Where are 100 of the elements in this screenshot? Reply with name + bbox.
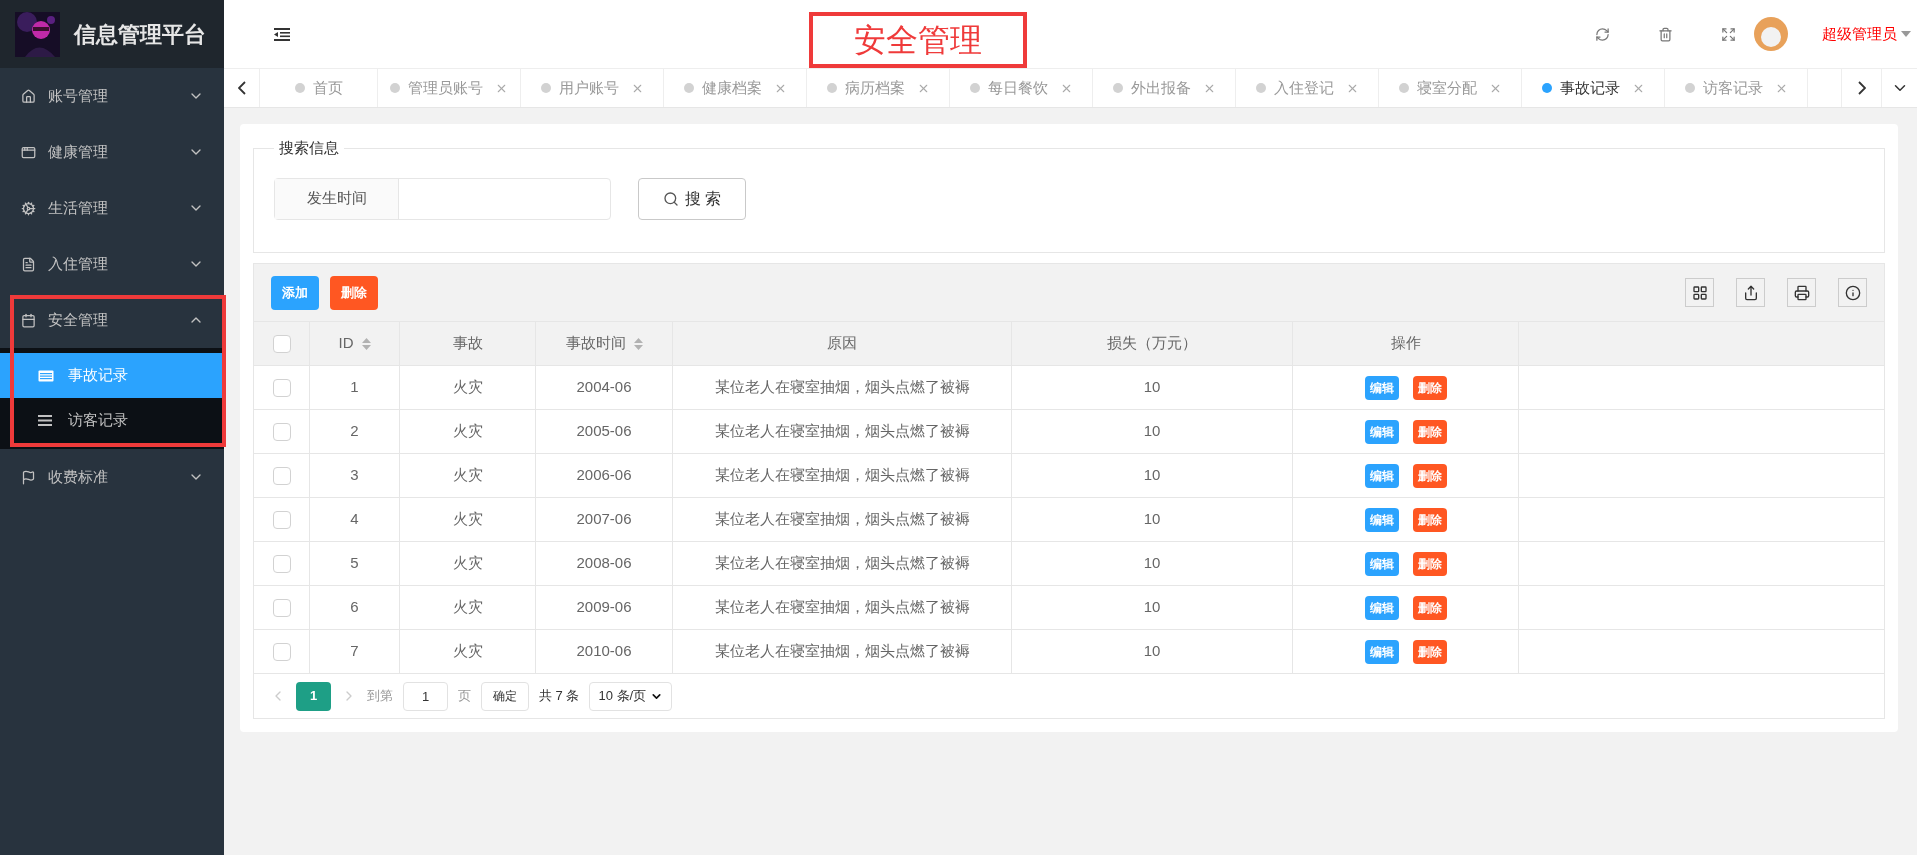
table-cell-text: 2007-06 — [576, 509, 632, 530]
confirm-button[interactable]: 确定 — [481, 681, 529, 711]
refresh-icon[interactable] — [1595, 26, 1610, 42]
table-cell-text: 10 — [1143, 553, 1161, 574]
tab[interactable]: 事故记录 — [1522, 69, 1665, 107]
tab[interactable]: 管理员账号 — [378, 69, 521, 107]
tab[interactable]: 访客记录 — [1665, 69, 1808, 107]
brand-title: 信息管理平台 — [74, 20, 206, 49]
edit-button[interactable]: 编辑 — [1364, 419, 1399, 444]
avatar[interactable] — [1754, 17, 1788, 51]
delete-button[interactable]: 删除 — [1412, 507, 1447, 532]
table-cell-text: 4 — [350, 509, 359, 530]
row-checkbox[interactable] — [272, 510, 291, 529]
delete-button[interactable]: 删除 — [1412, 551, 1447, 576]
table-cell-text: 2009-06 — [576, 597, 632, 618]
collapse-menu-icon[interactable] — [274, 27, 290, 41]
search-icon — [662, 190, 679, 207]
table-cell-text: 火灾 — [452, 509, 483, 530]
print-icon[interactable] — [1787, 278, 1816, 307]
page-input[interactable]: 1 — [403, 681, 448, 711]
table-cell-text: 火灾 — [452, 597, 483, 618]
delete-button[interactable]: 删除 — [1412, 419, 1447, 444]
add-button[interactable]: 添加 — [271, 275, 319, 310]
tab[interactable]: 健康档案 — [664, 69, 807, 107]
table-cell-text: 3 — [350, 465, 359, 486]
table-cell-text: 6 — [350, 597, 359, 618]
edit-button[interactable]: 编辑 — [1364, 551, 1399, 576]
calendar-icon — [21, 312, 36, 328]
table-cell-text: 2010-06 — [576, 641, 632, 662]
column-header: 事故 — [452, 333, 483, 354]
home-icon — [21, 88, 36, 104]
delete-button[interactable]: 删除 — [330, 275, 378, 310]
tab[interactable]: 病历档案 — [807, 69, 950, 107]
table-cell-text: 某位老人在寝室抽烟，烟头点燃了被褥 — [714, 597, 970, 618]
flag-icon — [21, 469, 36, 485]
row-checkbox[interactable] — [272, 598, 291, 617]
window-icon — [21, 144, 36, 160]
table-cell-text: 10 — [1143, 421, 1161, 442]
table-cell-text: 某位老人在寝室抽烟，烟头点燃了被褥 — [714, 377, 970, 398]
chevron-left-icon — [237, 81, 246, 95]
tab[interactable]: 入住登记 — [1236, 69, 1379, 107]
row-checkbox[interactable] — [272, 422, 291, 441]
tab[interactable]: 用户账号 — [521, 69, 664, 107]
sort-icon[interactable] — [633, 337, 643, 350]
search-button[interactable]: 搜 索 — [638, 177, 746, 220]
row-checkbox[interactable] — [272, 642, 291, 661]
trash-icon[interactable] — [1658, 26, 1673, 42]
sort-icon[interactable] — [361, 337, 371, 350]
delete-button[interactable]: 删除 — [1412, 463, 1447, 488]
table-cell-text: 某位老人在寝室抽烟，烟头点燃了被褥 — [714, 509, 970, 530]
sidebar-subitem[interactable]: 事故记录 — [0, 353, 224, 398]
table-cell-text: 2004-06 — [576, 377, 632, 398]
date-field[interactable]: 发生时间 — [274, 177, 611, 220]
fullscreen-icon[interactable] — [1721, 26, 1736, 42]
table-cell-text: 10 — [1143, 509, 1161, 530]
export-icon[interactable] — [1736, 278, 1765, 307]
columns-icon[interactable] — [1685, 278, 1714, 307]
sidebar-item[interactable]: 收费标准 — [0, 449, 224, 505]
delete-button[interactable]: 删除 — [1412, 595, 1447, 620]
table-cell-text: 2005-06 — [576, 421, 632, 442]
info-icon[interactable] — [1838, 278, 1867, 307]
edit-button[interactable]: 编辑 — [1364, 463, 1399, 488]
tab[interactable]: 每日餐饮 — [950, 69, 1093, 107]
search-legend: 搜索信息 — [274, 137, 344, 160]
row-checkbox[interactable] — [272, 554, 291, 573]
edit-button[interactable]: 编辑 — [1364, 507, 1399, 532]
tab[interactable]: 首页 — [260, 69, 378, 107]
page-size-select[interactable]: 10 条/页 — [589, 681, 673, 711]
sidebar-item[interactable]: 健康管理 — [0, 124, 224, 180]
goto-label: 到第 — [367, 687, 393, 706]
list-icon — [38, 415, 52, 426]
sidebar-item[interactable]: 生活管理 — [0, 180, 224, 236]
tab[interactable]: 外出报备 — [1093, 69, 1236, 107]
delete-button[interactable]: 删除 — [1412, 375, 1447, 400]
field-label: 发生时间 — [275, 178, 399, 219]
delete-button[interactable]: 删除 — [1412, 639, 1447, 664]
table-cell-text: 1 — [350, 377, 359, 398]
table-cell-text: 10 — [1143, 465, 1161, 486]
table-cell-text: 2 — [350, 421, 359, 442]
card-icon — [38, 369, 54, 382]
column-header: 原因 — [827, 333, 857, 354]
edit-button[interactable]: 编辑 — [1364, 595, 1399, 620]
table-cell-text: 7 — [350, 641, 359, 662]
page-button[interactable]: 1 — [296, 681, 331, 711]
table-cell-text: 10 — [1143, 377, 1161, 398]
edit-button[interactable]: 编辑 — [1364, 375, 1399, 400]
column-header: ID — [338, 333, 354, 354]
table-cell-text: 某位老人在寝室抽烟，烟头点燃了被褥 — [714, 641, 970, 662]
table-cell-text: 火灾 — [452, 377, 483, 398]
table-cell-text: 火灾 — [452, 553, 483, 574]
sidebar-item[interactable]: 账号管理 — [0, 68, 224, 124]
row-checkbox[interactable] — [272, 378, 291, 397]
sidebar-item[interactable]: 安全管理 — [0, 292, 224, 348]
edit-button[interactable]: 编辑 — [1364, 639, 1399, 664]
row-checkbox[interactable] — [272, 466, 291, 485]
tab[interactable]: 寝室分配 — [1379, 69, 1522, 107]
row-checkbox[interactable] — [272, 334, 291, 353]
sidebar-item[interactable]: 入住管理 — [0, 236, 224, 292]
user-menu[interactable]: 超级管理员 — [1822, 22, 1897, 46]
column-header: 损失（万元） — [1107, 333, 1197, 354]
